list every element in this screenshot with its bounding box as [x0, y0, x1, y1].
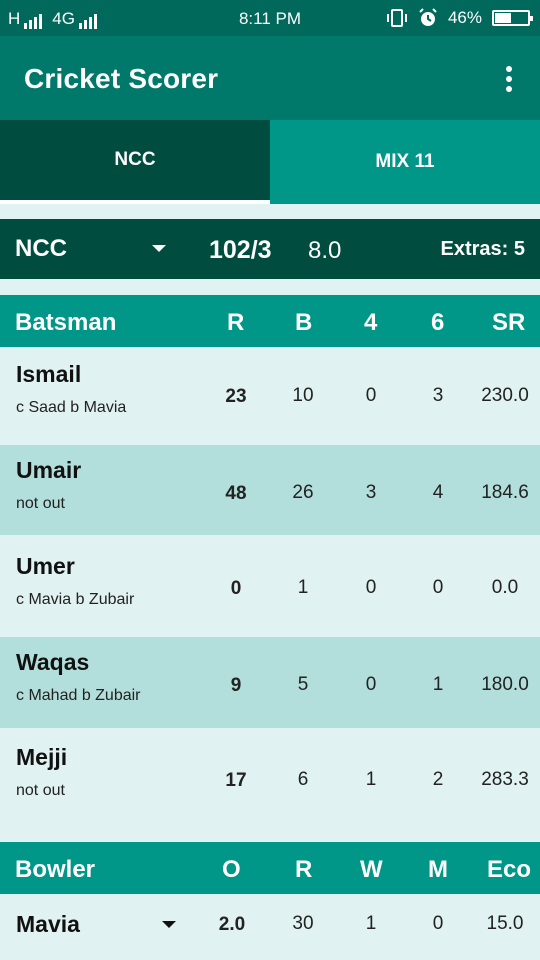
- runs: 17: [225, 770, 247, 791]
- sixes: 3: [432, 385, 444, 406]
- runs-conceded: 30: [292, 913, 314, 934]
- wickets: 1: [365, 913, 377, 934]
- bowler-name: Mavia: [16, 911, 80, 937]
- runs: 0: [230, 578, 242, 599]
- runs: 48: [225, 483, 247, 504]
- fours: 0: [365, 674, 377, 695]
- dismissal: not out: [16, 495, 65, 512]
- sixes: 0: [432, 577, 444, 598]
- header-fours: 4: [364, 309, 378, 336]
- header-overs: O: [222, 856, 241, 883]
- status-right: 46%: [386, 8, 533, 28]
- batsman-name: Umer: [16, 553, 75, 579]
- sixes: 2: [432, 769, 444, 790]
- batsman-row[interactable]: Waqas c Mahad b Zubair 9 5 0 1 180.0: [0, 637, 540, 728]
- header-bowler: Bowler: [15, 856, 96, 883]
- batsman-row[interactable]: Ismail c Saad b Mavia 23 10 0 3 230.0: [0, 347, 540, 445]
- balls: 5: [297, 674, 309, 695]
- team-name: NCC: [15, 235, 67, 262]
- sixes: 4: [432, 482, 444, 503]
- batsman-row[interactable]: Umer c Mavia b Zubair 0 1 0 0 0.0: [0, 535, 540, 637]
- fours: 0: [365, 577, 377, 598]
- strike-rate: 0.0: [491, 577, 519, 598]
- header-runs: R: [227, 309, 245, 336]
- header-runs-conceded: R: [295, 856, 313, 883]
- header-wickets: W: [360, 856, 383, 883]
- team-dropdown-icon[interactable]: [152, 245, 166, 252]
- balls: 26: [292, 482, 314, 503]
- dismissal: c Mavia b Zubair: [16, 591, 135, 608]
- strike-rate: 184.6: [481, 482, 529, 503]
- balls: 10: [292, 385, 314, 406]
- sixes: 1: [432, 674, 444, 695]
- dismissal: c Saad b Mavia: [16, 399, 127, 416]
- maidens: 0: [432, 913, 444, 934]
- status-bar: H 4G 8:11 PM 46%: [0, 0, 540, 36]
- strike-rate: 283.3: [481, 769, 529, 790]
- more-vert-icon[interactable]: [502, 66, 516, 92]
- header-balls: B: [295, 309, 313, 336]
- bowler-dropdown-icon[interactable]: [162, 921, 176, 928]
- batsman-name: Umair: [16, 457, 82, 483]
- bowling-header: Bowler O R W M Eco: [0, 842, 540, 894]
- batsman-name: Ismail: [16, 361, 82, 387]
- bowler-row[interactable]: Mavia 2.0 30 1 0 15.0: [0, 894, 540, 960]
- batsman-name: Waqas: [16, 649, 90, 675]
- overs: 8.0: [308, 237, 342, 264]
- extras: Extras: 5: [440, 238, 526, 260]
- header-maidens: M: [428, 856, 448, 883]
- battery-icon: [492, 10, 533, 26]
- tab-ncc[interactable]: NCC: [0, 120, 270, 204]
- batsman-name: Mejji: [16, 744, 68, 770]
- header-batsman: Batsman: [15, 309, 117, 336]
- batsman-row[interactable]: Mejji not out 17 6 1 2 283.3: [0, 728, 540, 841]
- app-bar: Cricket Scorer: [0, 36, 540, 120]
- batting-header: Batsman R B 4 6 SR: [0, 295, 540, 347]
- strike-rate: 180.0: [481, 674, 529, 695]
- tab-mix-11[interactable]: MIX 11: [270, 120, 540, 204]
- runs: 23: [225, 386, 247, 407]
- balls: 6: [297, 769, 309, 790]
- dismissal: c Mahad b Zubair: [16, 687, 141, 704]
- innings-summary: NCC 102/3 8.0 Extras: 5: [0, 219, 540, 279]
- team-tabs: NCC MIX 11: [0, 120, 540, 204]
- vibrate-icon: [386, 9, 407, 27]
- team-score: 102/3: [209, 236, 272, 264]
- header-sr: SR: [492, 309, 526, 336]
- runs: 9: [230, 675, 242, 696]
- economy: 15.0: [486, 913, 524, 934]
- fours: 0: [365, 385, 377, 406]
- strike-rate: 230.0: [481, 385, 529, 406]
- fours: 1: [365, 769, 377, 790]
- app-title: Cricket Scorer: [24, 63, 219, 94]
- alarm-icon: [419, 8, 437, 26]
- header-economy: Eco: [487, 856, 532, 883]
- fours: 3: [365, 482, 377, 503]
- battery-percent: 46%: [447, 8, 482, 27]
- header-sixes: 6: [431, 309, 445, 336]
- overs-bowled: 2.0: [218, 914, 246, 935]
- dismissal: not out: [16, 782, 65, 799]
- batsman-row[interactable]: Umair not out 48 26 3 4 184.6: [0, 445, 540, 535]
- balls: 1: [297, 577, 309, 598]
